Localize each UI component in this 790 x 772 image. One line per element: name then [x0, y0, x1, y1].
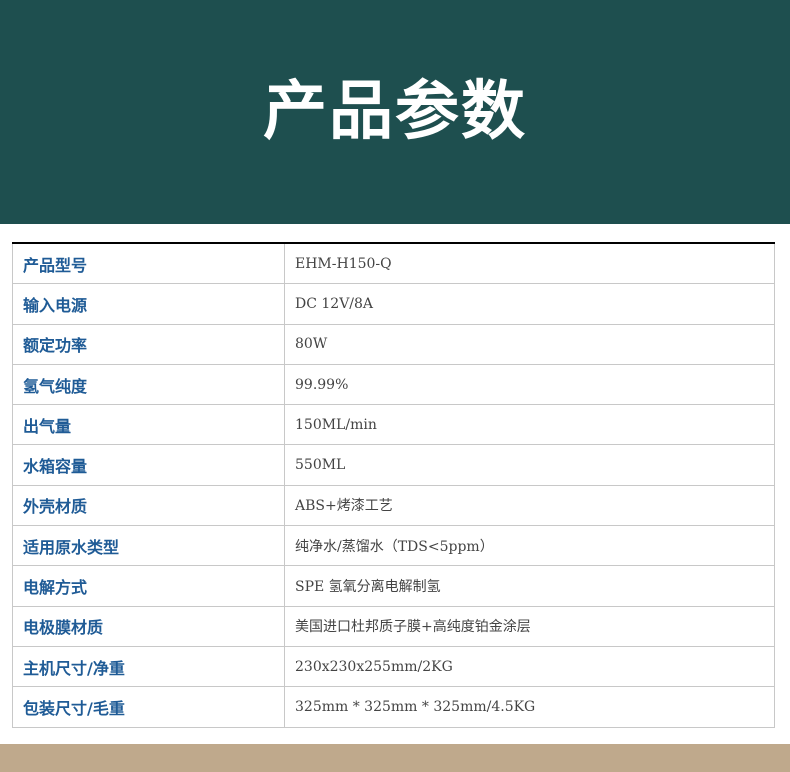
- spec-label: 产品型号: [12, 243, 285, 285]
- spec-value: 150ML/min: [284, 404, 775, 446]
- spec-value: 美国进口杜邦质子膜+高纯度铂金涂层: [284, 605, 775, 647]
- spec-label: 额定功率: [12, 323, 285, 365]
- spec-value: 550ML: [284, 444, 775, 486]
- spec-table: 产品型号 EHM-H150-Q 输入电源 DC 12V/8A 额定功率 80W …: [12, 242, 775, 728]
- spec-value: SPE 氢氧分离电解制氢: [284, 565, 775, 607]
- table-row: 产品型号 EHM-H150-Q: [12, 243, 775, 285]
- spec-label: 氢气纯度: [12, 363, 285, 406]
- spec-value: EHM-H150-Q: [284, 243, 775, 285]
- page-title: 产品参数: [263, 75, 527, 149]
- spec-value: DC 12V/8A: [284, 283, 775, 325]
- table-row: 额定功率 80W: [12, 323, 775, 365]
- spec-label: 输入电源: [12, 283, 285, 325]
- spec-value: 纯净水/蒸馏水（TDS<5ppm）: [284, 525, 775, 567]
- spec-label: 水箱容量: [12, 444, 285, 486]
- table-row: 出气量 150ML/min: [12, 404, 775, 446]
- spec-value: 230x230x255mm/2KG: [284, 645, 775, 688]
- spec-label: 电极膜材质: [12, 605, 285, 647]
- spec-value: 325mm * 325mm * 325mm/4.5KG: [284, 686, 775, 728]
- header-banner: 产品参数: [0, 0, 790, 224]
- spec-value: 99.99%: [284, 363, 775, 406]
- table-row: 水箱容量 550ML: [12, 444, 775, 486]
- table-row: 氢气纯度 99.99%: [12, 363, 775, 406]
- table-row: 电解方式 SPE 氢氧分离电解制氢: [12, 565, 775, 607]
- table-row: 输入电源 DC 12V/8A: [12, 283, 775, 325]
- table-row: 外壳材质 ABS+烤漆工艺: [12, 484, 775, 527]
- spec-value: ABS+烤漆工艺: [284, 484, 775, 527]
- spec-label: 电解方式: [12, 565, 285, 607]
- spec-label: 适用原水类型: [12, 525, 285, 567]
- spec-label: 出气量: [12, 404, 285, 446]
- table-row: 包装尺寸/毛重 325mm * 325mm * 325mm/4.5KG: [12, 686, 775, 728]
- table-row: 主机尺寸/净重 230x230x255mm/2KG: [12, 645, 775, 688]
- spec-label: 主机尺寸/净重: [12, 645, 285, 688]
- table-row: 电极膜材质 美国进口杜邦质子膜+高纯度铂金涂层: [12, 605, 775, 647]
- spec-value: 80W: [284, 323, 775, 365]
- spec-label: 外壳材质: [12, 484, 285, 527]
- spec-label: 包装尺寸/毛重: [12, 686, 285, 728]
- table-row: 适用原水类型 纯净水/蒸馏水（TDS<5ppm）: [12, 525, 775, 567]
